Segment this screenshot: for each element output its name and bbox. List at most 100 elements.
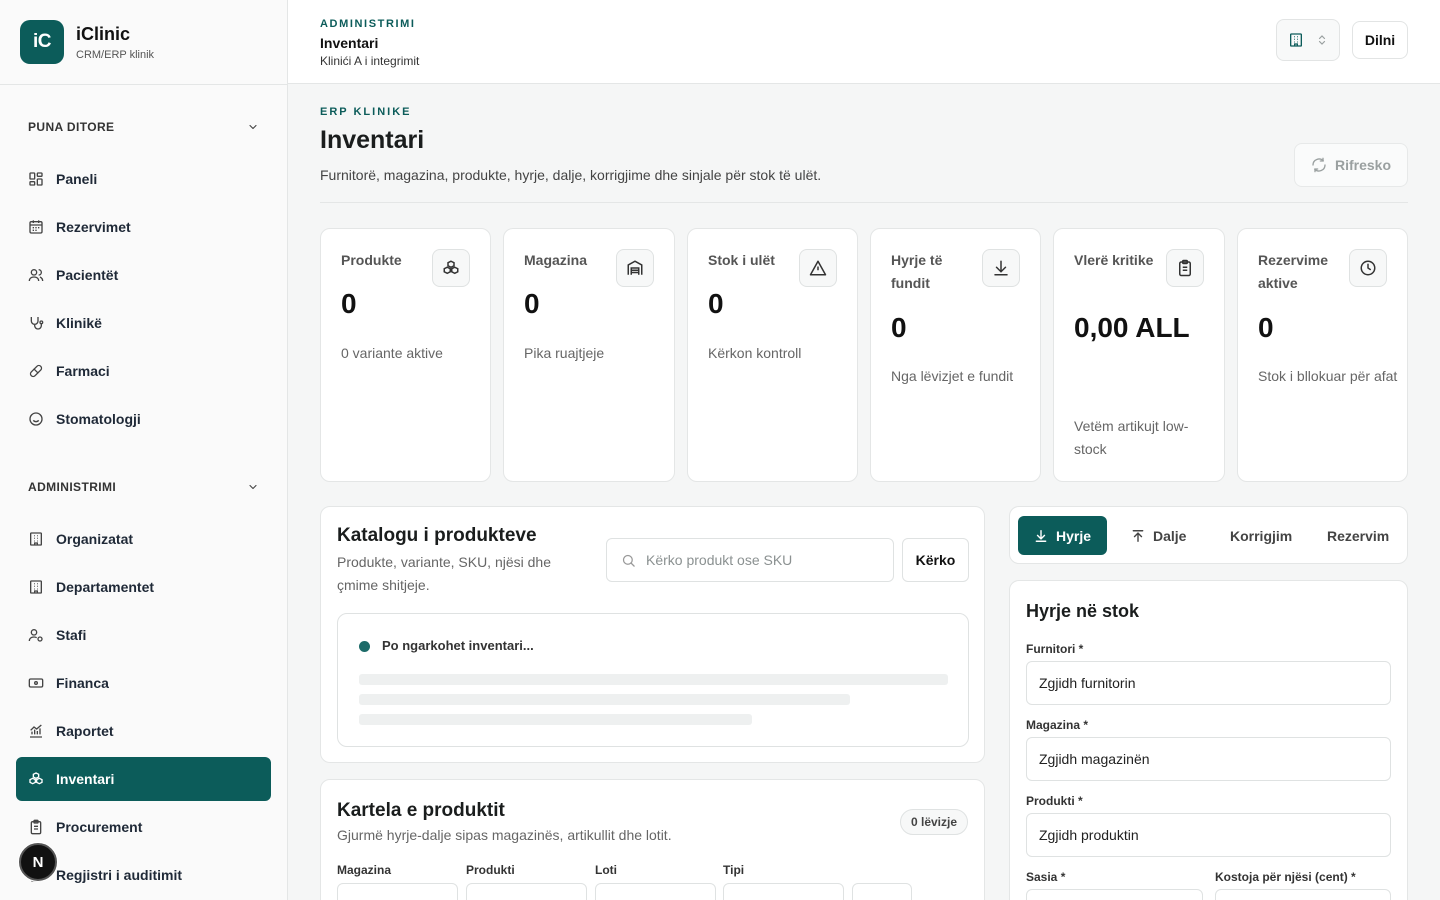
lot-filter-input[interactable] (595, 883, 716, 900)
stat-note: Vetëm artikujt low-stock (1074, 418, 1189, 457)
product-filter-input[interactable] (466, 883, 587, 900)
unit-cost-input[interactable] (1215, 889, 1391, 900)
stat-value: 0,00 ALL (1074, 312, 1190, 343)
ledger-title: Kartela e produktit (337, 800, 505, 821)
filter-label-lot: Loti (595, 863, 617, 877)
boxes-icon (432, 249, 470, 287)
filter-label-product: Produkti (466, 863, 515, 877)
tab-label: Hyrje (1055, 527, 1092, 544)
brand[interactable]: iC iClinic CRM/ERP klinik (20, 20, 154, 64)
tab-outbound[interactable]: Dalje (1131, 516, 1186, 555)
header-subtitle: Klinići A i integrimit (320, 54, 420, 68)
field-label-unit-cost: Kostoja për njësi (cent) * (1215, 870, 1356, 884)
stat-card-active-reservations: Rezervime aktive 0 Stok i bllokuar për a… (1237, 228, 1408, 482)
field-label-warehouse: Magazina * (1026, 718, 1089, 732)
sidebar-item-label: Procurement (56, 819, 143, 835)
sidebar-item-procurement[interactable]: Procurement (16, 805, 271, 849)
sidebar-item-pacientet[interactable]: Pacientët (16, 253, 271, 297)
ledger-description: Gjurmë hyrje-dalje sipas magazinës, arti… (337, 827, 672, 843)
header-title: Inventari (320, 35, 379, 51)
clock-icon (1349, 249, 1387, 287)
loading-indicator (359, 641, 370, 652)
catalog-title: Katalogu i produkteve (337, 525, 537, 546)
sidebar-item-label: Pacientët (56, 267, 119, 283)
sidebar-item-label: Paneli (56, 171, 98, 187)
movement-tabs: Hyrje Dalje Korrigjim Rezervim (1009, 506, 1408, 564)
users-icon (28, 267, 44, 283)
nav-group-label: ADMINISTRIMI (28, 480, 117, 494)
sidebar-item-raportet[interactable]: Raportet (16, 709, 271, 753)
product-search-input[interactable]: Kërko produkt ose SKU (606, 538, 894, 582)
sidebar-item-label: Raportet (56, 723, 114, 739)
stat-note: Stok i bllokuar për afat (1258, 368, 1398, 384)
skeleton-line (359, 714, 752, 725)
sidebar-item-financa[interactable]: Financa (16, 661, 271, 705)
warehouse-icon (616, 249, 654, 287)
nav-group-admin[interactable]: ADMINISTRIMI (28, 477, 259, 497)
tab-adjustment[interactable]: Korrigjim (1230, 516, 1292, 555)
chevron-down-icon (247, 481, 259, 493)
clipboard-icon (1166, 249, 1204, 287)
sidebar-item-rezervimet[interactable]: Rezervimet (16, 205, 271, 249)
stat-value: 0 (1258, 312, 1274, 343)
page-description: Furnitorë, magazina, produkte, hyrje, da… (320, 167, 822, 183)
sidebar-item-inventari[interactable]: Inventari (16, 757, 271, 801)
field-label-quantity: Sasia * (1026, 870, 1066, 884)
stat-value: 0 (341, 288, 357, 319)
chevron-up-down-icon (1316, 34, 1328, 46)
tab-label: Dalje (1153, 527, 1187, 544)
form-title: Hyrje në stok (1026, 601, 1140, 621)
organization-switcher[interactable] (1276, 19, 1340, 61)
app-name: iClinic (76, 23, 131, 44)
refresh-button[interactable]: Rifresko (1294, 143, 1408, 187)
filter-action-button[interactable] (852, 883, 912, 900)
refresh-label: Rifresko (1334, 157, 1392, 173)
sidebar-item-klinike[interactable]: Klinikë (16, 301, 271, 345)
sidebar-item-paneli[interactable]: Paneli (16, 157, 271, 201)
warehouse-filter-input[interactable] (337, 883, 458, 900)
tab-inbound[interactable]: Hyrje (1018, 516, 1107, 555)
type-filter-select[interactable] (723, 883, 844, 900)
page-eyebrow: ERP KLINIKE (320, 106, 412, 118)
sidebar-item-stafi[interactable]: Stafi (16, 613, 271, 657)
loading-panel: Po ngarkohet inventari... (337, 613, 969, 747)
product-catalog-card: Katalogu i produkteve Produkte, variante… (320, 506, 985, 763)
stat-value: 0 (524, 288, 540, 319)
sidebar-item-label: Rezervimet (56, 219, 131, 235)
clipboard-icon (28, 819, 44, 835)
quantity-input[interactable] (1026, 889, 1203, 900)
alert-triangle-icon (799, 249, 837, 287)
chart-icon (28, 723, 44, 739)
sidebar-divider (0, 84, 287, 85)
upload-icon (1131, 529, 1145, 543)
building-icon (1288, 32, 1304, 48)
stat-note: Pika ruajtjeje (524, 345, 605, 361)
nav-group-daily-work[interactable]: PUNA DITORE (28, 117, 259, 137)
product-ledger-card: Kartela e produktit Gjurmë hyrje-dalje s… (320, 779, 985, 900)
search-button[interactable]: Kërko (902, 538, 969, 582)
sidebar-item-label: Departamentet (56, 579, 155, 595)
warehouse-select[interactable]: Zgjidh magazinën (1026, 737, 1391, 781)
dashboard-grid-icon (28, 171, 44, 187)
logout-button[interactable]: Dilni (1352, 21, 1408, 59)
sidebar-item-label: Inventari (56, 771, 115, 787)
download-icon (1034, 529, 1048, 543)
sidebar-item-farmaci[interactable]: Farmaci (16, 349, 271, 393)
app-tagline: CRM/ERP klinik (76, 48, 155, 61)
pill-icon (28, 363, 44, 379)
stat-card-critical-value: Vlerë kritike 0,00 ALL Vetëm artikujt lo… (1053, 228, 1225, 482)
chevron-down-icon (247, 121, 259, 133)
stat-card-low-stock: Stok i ulët 0 Kërkon kontroll (687, 228, 858, 482)
sidebar-item-label: Stomatologji (56, 411, 141, 427)
stethoscope-icon (28, 315, 44, 331)
sidebar-item-stomatologji[interactable]: Stomatologji (16, 397, 271, 441)
supplier-select[interactable]: Zgjidh furnitorin (1026, 661, 1391, 705)
sidebar-item-label: Stafi (56, 627, 87, 643)
sidebar-item-departamentet[interactable]: Departamentet (16, 565, 271, 609)
app-logo: iC (20, 20, 64, 64)
download-icon (982, 249, 1020, 287)
product-select[interactable]: Zgjidh produktin (1026, 813, 1391, 857)
sidebar-item-organizatat[interactable]: Organizatat (16, 517, 271, 561)
avatar[interactable]: N (19, 843, 57, 881)
tab-reservation[interactable]: Rezervim (1327, 516, 1389, 555)
